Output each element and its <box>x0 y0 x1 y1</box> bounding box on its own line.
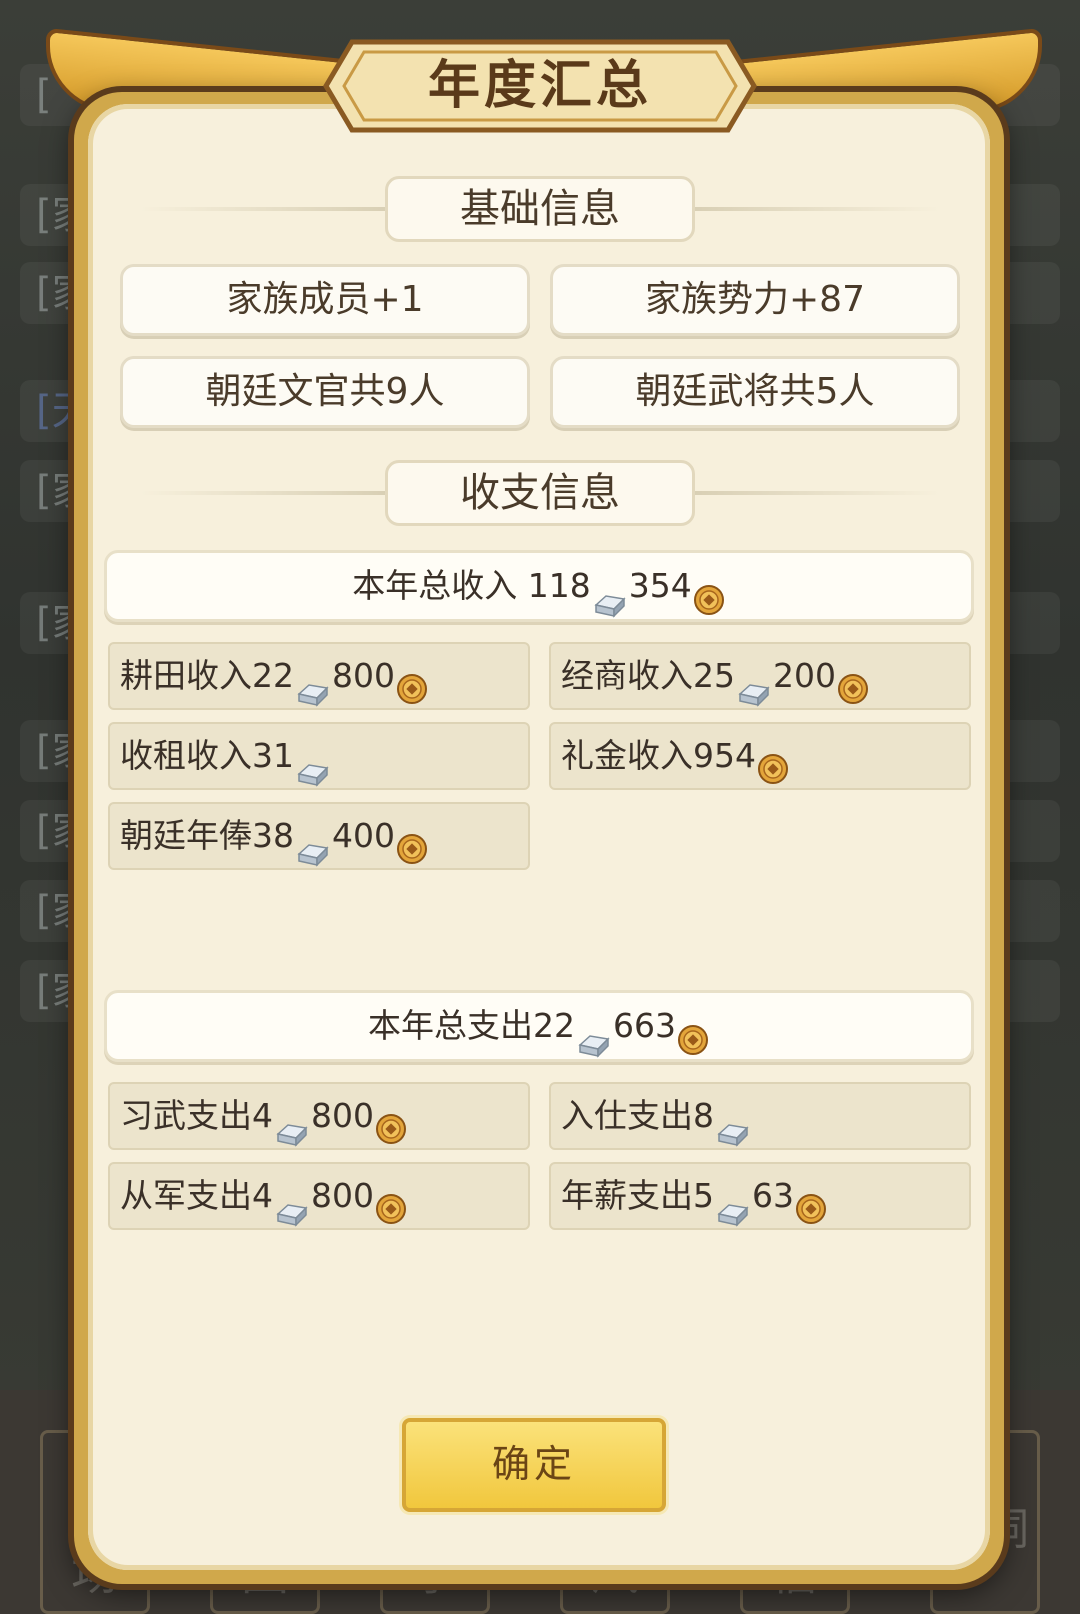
expense-item-label: 年薪支出 <box>561 1176 693 1215</box>
modal-title: 年度汇总 <box>427 56 652 116</box>
income-item-silver: 31 <box>252 736 294 775</box>
expense-item-copper: 800 <box>311 1096 374 1135</box>
copper-coin-icon <box>375 1102 407 1144</box>
income-item: 礼金收入954 <box>549 722 971 790</box>
expense-total: 本年总支出22 663 <box>104 990 974 1062</box>
expense-item-silver: 4 <box>252 1176 273 1215</box>
silver-ingot-icon <box>715 1105 751 1147</box>
income-item-silver: 22 <box>252 656 294 695</box>
stat-civil-officials: 朝廷文官共9人 <box>120 356 530 428</box>
stat-military-generals: 朝廷武将共5人 <box>550 356 960 428</box>
income-total-copper: 354 <box>628 566 692 605</box>
income-item-label: 经商收入 <box>561 656 693 695</box>
income-item-label: 朝廷年俸 <box>120 816 252 855</box>
divider-line <box>140 207 390 211</box>
stat-family-members: 家族成员+1 <box>120 264 530 336</box>
income-item: 经商收入25 200 <box>549 642 971 710</box>
silver-ingot-icon <box>592 575 628 618</box>
copper-coin-icon <box>757 742 789 784</box>
income-item: 收租收入31 <box>108 722 530 790</box>
expense-item-label: 入仕支出 <box>561 1096 693 1135</box>
silver-ingot-icon <box>715 1185 751 1227</box>
silver-ingot-icon <box>576 1015 612 1058</box>
income-total-label: 本年总收入 <box>352 566 528 605</box>
divider-line <box>690 207 940 211</box>
silver-ingot-icon <box>274 1185 310 1227</box>
income-item: 耕田收入22 800 <box>108 642 530 710</box>
section-header-finance: 收支信息 <box>140 460 940 526</box>
expense-item: 习武支出4 800 <box>108 1082 530 1150</box>
expense-item-copper: 800 <box>311 1176 374 1215</box>
divider-line <box>140 491 390 495</box>
expense-item-silver: 5 <box>693 1176 714 1215</box>
confirm-button[interactable]: 确定 <box>402 1418 666 1512</box>
income-item-copper: 954 <box>693 736 756 775</box>
income-item-copper: 800 <box>332 656 395 695</box>
copper-coin-icon <box>375 1182 407 1224</box>
expense-total-label: 本年总支出 <box>368 1006 533 1045</box>
income-item-label: 耕田收入 <box>120 656 252 695</box>
income-item-copper: 400 <box>332 816 395 855</box>
section-title-basic: 基础信息 <box>385 176 695 242</box>
income-item: 朝廷年俸38 400 <box>108 802 530 870</box>
expense-total-silver: 22 <box>533 1006 575 1045</box>
section-title-finance: 收支信息 <box>385 460 695 526</box>
copper-coin-icon <box>693 572 725 615</box>
copper-coin-icon <box>795 1182 827 1224</box>
income-item-copper: 200 <box>773 656 836 695</box>
expense-total-copper: 663 <box>613 1006 676 1045</box>
income-item-label: 收租收入 <box>120 736 252 775</box>
expense-item-silver: 4 <box>252 1096 273 1135</box>
income-item-silver: 38 <box>252 816 294 855</box>
income-total-silver: 118 <box>527 566 591 605</box>
stat-family-power: 家族势力+87 <box>550 264 960 336</box>
silver-ingot-icon <box>274 1105 310 1147</box>
silver-ingot-icon <box>736 665 772 707</box>
divider-line <box>690 491 940 495</box>
expense-item-copper: 63 <box>752 1176 794 1215</box>
section-header-basic: 基础信息 <box>140 176 940 242</box>
income-item-silver: 25 <box>693 656 735 695</box>
copper-coin-icon <box>677 1012 709 1055</box>
income-item-label: 礼金收入 <box>561 736 693 775</box>
silver-ingot-icon <box>295 825 331 867</box>
income-total: 本年总收入 118 354 <box>104 550 974 622</box>
expense-item: 年薪支出5 63 <box>549 1162 971 1230</box>
copper-coin-icon <box>396 822 428 864</box>
expense-item-silver: 8 <box>693 1096 714 1135</box>
expense-item: 从军支出4 800 <box>108 1162 530 1230</box>
expense-item-label: 习武支出 <box>120 1096 252 1135</box>
expense-item: 入仕支出8 <box>549 1082 971 1150</box>
title-plaque: 年度汇总 <box>322 38 758 134</box>
silver-ingot-icon <box>295 665 331 707</box>
copper-coin-icon <box>396 662 428 704</box>
silver-ingot-icon <box>295 745 331 787</box>
expense-item-label: 从军支出 <box>120 1176 252 1215</box>
copper-coin-icon <box>837 662 869 704</box>
